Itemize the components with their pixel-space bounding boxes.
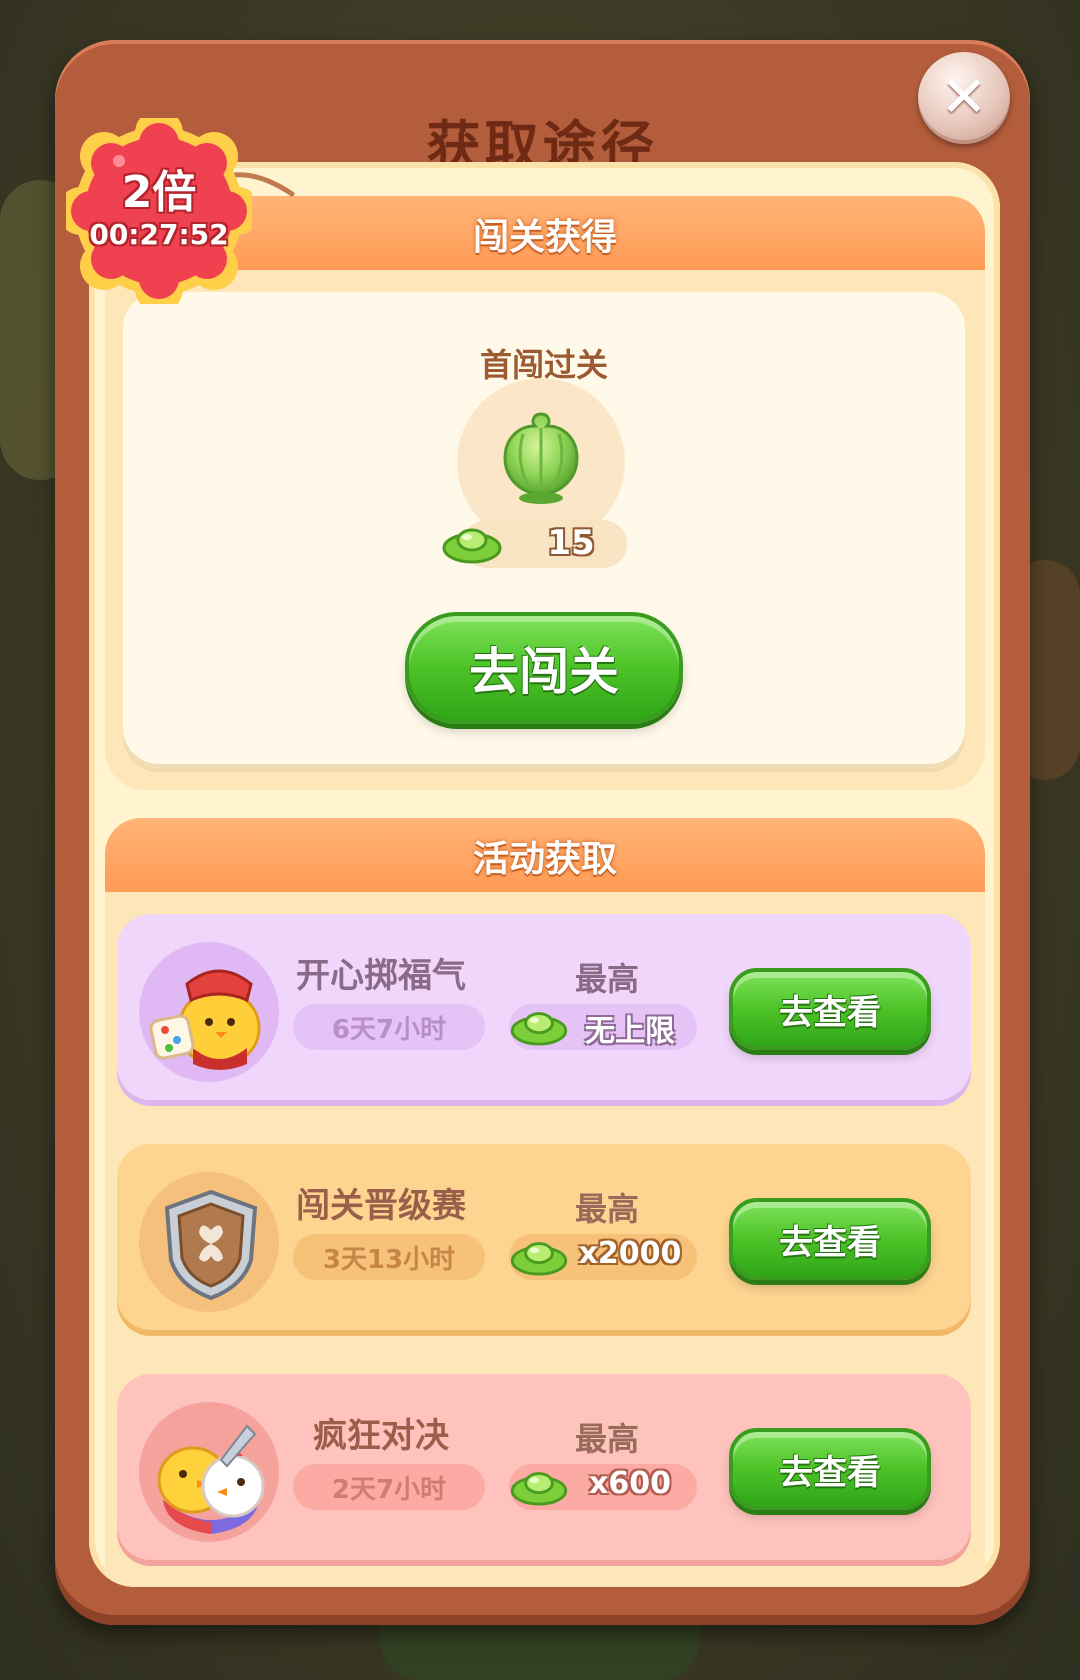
- activity-reward: x2000: [578, 1236, 682, 1271]
- view-activity-button[interactable]: 去查看: [729, 1198, 931, 1280]
- activity-name: 开心掷福气: [296, 956, 466, 996]
- close-button[interactable]: ✕: [918, 52, 1010, 144]
- activity-name: 闯关晋级赛: [296, 1186, 466, 1226]
- chick-dice-icon: [149, 969, 261, 1070]
- activity-time-left: 3天13小时: [293, 1234, 485, 1280]
- gold-ingot-icon: [510, 1242, 568, 1276]
- gold-ingot-icon: [442, 528, 502, 564]
- activity-reward: x600: [589, 1466, 671, 1501]
- reward-amount: 15: [547, 523, 595, 563]
- section-header-activity: 活动获取: [105, 818, 985, 894]
- gold-ingot-icon: [510, 1012, 568, 1046]
- dialog-content: 闯关获得 首闯过关 15 去闯关 活动获取 开心掷福气 6天7小时 最高 无上限…: [89, 162, 1000, 1587]
- cabbage-icon: [503, 412, 579, 504]
- activity-time-left: 2天7小时: [293, 1464, 485, 1510]
- activity-card-promotion-race: 闯关晋级赛 3天13小时 最高 x2000 去查看: [117, 1144, 971, 1336]
- gold-ingot-icon: [510, 1472, 568, 1506]
- chick-battle-icon: [157, 1424, 265, 1534]
- activity-max-label: 最高: [574, 1190, 639, 1228]
- view-activity-button[interactable]: 去查看: [729, 968, 931, 1050]
- shield-badge-icon: [164, 1189, 258, 1301]
- badge-multiplier: 2倍: [121, 167, 197, 218]
- activity-card-happy-dice: 开心掷福气 6天7小时 最高 无上限 去查看: [117, 914, 971, 1106]
- activity-max-label: 最高: [574, 1420, 639, 1458]
- activity-max-label: 最高: [574, 960, 639, 998]
- activity-reward: 无上限: [585, 1014, 675, 1049]
- badge-countdown: 00:27:52: [89, 218, 229, 251]
- view-activity-button[interactable]: 去查看: [729, 1428, 931, 1510]
- double-reward-badge: 2倍 00:27:52: [66, 118, 252, 304]
- close-icon: ✕: [940, 65, 988, 130]
- go-level-button[interactable]: 去闯关: [405, 612, 683, 724]
- activity-name: 疯狂对决: [313, 1416, 449, 1456]
- activity-card-crazy-duel: 疯狂对决 2天7小时 最高 x600 去查看: [117, 1374, 971, 1566]
- first-clear-card: 首闯过关 15 去闯关: [123, 292, 965, 770]
- activity-time-left: 6天7小时: [293, 1004, 485, 1050]
